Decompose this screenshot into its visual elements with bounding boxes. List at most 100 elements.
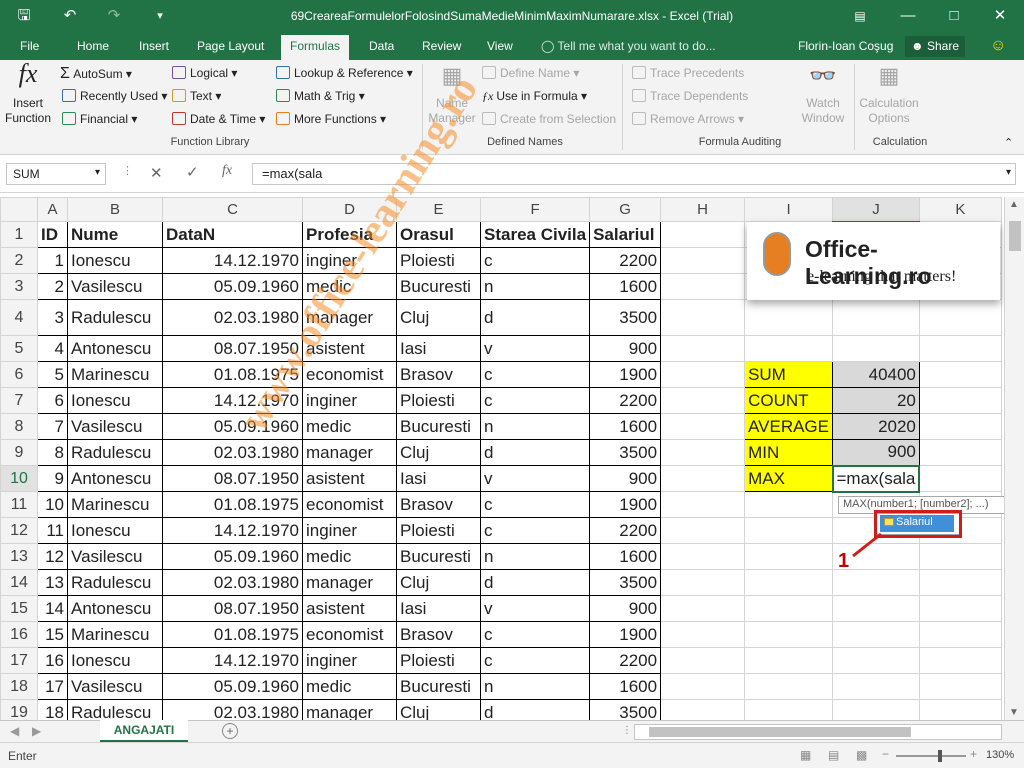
cell-e[interactable]: Ploiesti [396, 387, 481, 414]
summary-value[interactable]: 20 [832, 387, 920, 414]
tab-home[interactable]: Home [77, 39, 109, 53]
add-sheet-icon[interactable]: + [222, 723, 238, 739]
recently-used-button[interactable]: Recently Used ▾ [62, 89, 167, 103]
cell-a[interactable]: 7 [37, 413, 68, 440]
cell-a[interactable]: 9 [37, 465, 68, 492]
name-box[interactable]: SUM ▾ [6, 163, 106, 185]
cell-d[interactable]: economist [302, 621, 397, 648]
math-trig-button[interactable]: Math & Trig ▾ [276, 89, 365, 103]
cell-c[interactable]: 01.08.1975 [162, 491, 303, 518]
column-header-h[interactable]: H [660, 197, 746, 222]
cell-g[interactable]: 2200 [589, 247, 662, 274]
cell-k[interactable] [918, 299, 1002, 336]
cell-h[interactable] [660, 439, 746, 466]
cell-f[interactable]: c [479, 517, 591, 544]
tell-me-search[interactable]: ◯ Tell me what you want to do... [541, 39, 716, 53]
cell-c[interactable]: 14.12.1970 [162, 647, 303, 674]
page-break-view-icon[interactable]: ▩ [856, 748, 867, 762]
insert-function-icon[interactable]: fx [222, 163, 232, 179]
cell-a[interactable]: 16 [37, 647, 68, 674]
zoom-slider-thumb[interactable] [938, 750, 942, 762]
row-header[interactable]: 7 [0, 387, 38, 414]
cell-g[interactable]: 900 [589, 335, 662, 362]
cell-h[interactable] [660, 221, 746, 248]
cell-h[interactable] [660, 299, 746, 336]
cell-c[interactable]: 08.07.1950 [162, 465, 303, 492]
cell-e[interactable]: Orasul [396, 221, 481, 248]
share-button[interactable]: ☻ Share [905, 36, 965, 57]
cell-k[interactable] [918, 465, 1002, 492]
summary-value[interactable]: 900 [832, 439, 920, 466]
cell-b[interactable]: Marinescu [67, 621, 163, 648]
cell-c[interactable]: 02.03.1980 [162, 439, 303, 466]
cell-d[interactable]: asistent [302, 465, 397, 492]
cell-f[interactable]: n [479, 413, 591, 440]
cell-h[interactable] [660, 621, 746, 648]
cell-f[interactable]: n [479, 543, 591, 570]
cell-i[interactable] [744, 517, 833, 544]
page-layout-view-icon[interactable]: ▤ [828, 748, 839, 762]
summary-value[interactable]: 2020 [832, 413, 920, 440]
create-from-selection-button[interactable]: Create from Selection [482, 112, 616, 126]
cell-d[interactable]: manager [302, 569, 397, 596]
scroll-up-icon[interactable]: ▲ [1009, 199, 1019, 210]
cell-b[interactable]: Ionescu [67, 517, 163, 544]
cell-c[interactable]: 08.07.1950 [162, 595, 303, 622]
lookup-reference-button[interactable]: Lookup & Reference ▾ [276, 66, 413, 80]
more-functions-button[interactable]: More Functions ▾ [276, 112, 386, 126]
watch-window-button[interactable]: 👓 Watch Window [796, 65, 850, 126]
cell-g[interactable]: 1900 [589, 491, 662, 518]
cell-i[interactable] [744, 543, 833, 570]
cell-d[interactable]: medic [302, 673, 397, 700]
cell-a[interactable]: 13 [37, 569, 68, 596]
cell-j[interactable] [832, 673, 920, 700]
cell-f[interactable]: n [479, 673, 591, 700]
tab-view[interactable]: View [487, 39, 513, 53]
cell-g[interactable]: 3500 [589, 439, 662, 466]
define-name-button[interactable]: Define Name ▾ [482, 66, 579, 80]
cell-c[interactable]: 14.12.1970 [162, 517, 303, 544]
cell-g[interactable]: 2200 [589, 647, 662, 674]
vertical-scrollbar[interactable]: ▲ ▼ [1004, 197, 1024, 720]
tab-file[interactable]: File [20, 39, 39, 53]
row-header[interactable]: 8 [0, 413, 38, 440]
cell-j[interactable] [832, 335, 920, 362]
cell-e[interactable]: Bucuresti [396, 673, 481, 700]
cell-e[interactable]: Bucuresti [396, 543, 481, 570]
cell-i[interactable] [744, 595, 833, 622]
summary-label[interactable]: SUM [744, 361, 833, 388]
cell-b[interactable]: Vasilescu [67, 673, 163, 700]
insert-function-button[interactable]: fx Insert Function [4, 61, 52, 126]
cell-b[interactable]: Radulescu [67, 569, 163, 596]
cell-k[interactable] [918, 647, 1002, 674]
cell-f[interactable]: Starea Civila [479, 221, 591, 248]
cell-k[interactable] [918, 335, 1002, 362]
cell-g[interactable]: 2200 [589, 387, 662, 414]
row-header[interactable]: 1 [0, 221, 38, 248]
cell-b[interactable]: Vasilescu [67, 413, 163, 440]
normal-view-icon[interactable]: ▦ [800, 748, 811, 762]
active-cell[interactable]: =max(sala [831, 464, 921, 493]
cell-c[interactable]: 14.12.1970 [162, 247, 303, 274]
scroll-down-icon[interactable]: ▼ [1009, 707, 1019, 718]
cell-k[interactable] [918, 543, 1002, 570]
cell-a[interactable]: 10 [37, 491, 68, 518]
cell-h[interactable] [660, 335, 746, 362]
cell-f[interactable]: v [479, 335, 591, 362]
cell-g[interactable]: Salariul [589, 221, 662, 248]
tab-data[interactable]: Data [369, 39, 394, 53]
enter-check-icon[interactable]: ✓ [186, 163, 199, 181]
cell-d[interactable]: inginer [302, 387, 397, 414]
maximize-icon[interactable]: □ [944, 6, 964, 26]
cell-d[interactable]: inginer [302, 647, 397, 674]
zoom-level[interactable]: 130% [986, 749, 1014, 761]
smiley-icon[interactable]: ☺ [990, 37, 1006, 55]
cell-d[interactable]: asistent [302, 595, 397, 622]
cell-c[interactable]: 05.09.1960 [162, 273, 303, 300]
cell-j[interactable] [832, 569, 920, 596]
row-header[interactable]: 14 [0, 569, 38, 596]
cell-h[interactable] [660, 673, 746, 700]
column-header-f[interactable]: F [479, 197, 591, 222]
row-header[interactable]: 15 [0, 595, 38, 622]
cell-g[interactable]: 3500 [589, 299, 662, 336]
